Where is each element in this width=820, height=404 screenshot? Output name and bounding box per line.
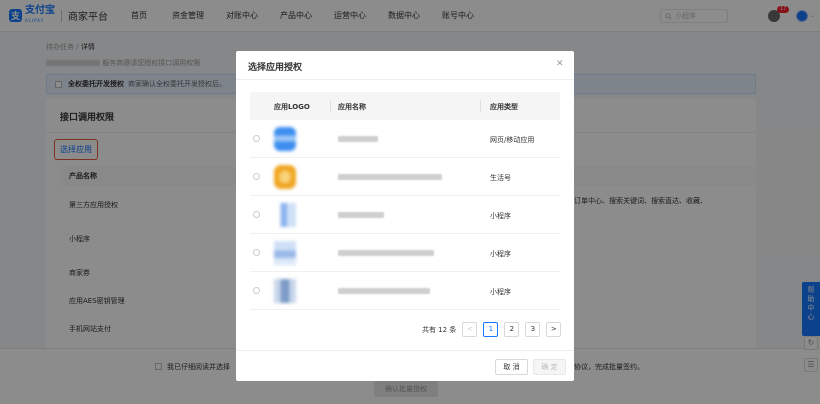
row-radio[interactable] — [253, 249, 260, 256]
pagination-next-button[interactable]: > — [546, 322, 562, 337]
app-name-redacted — [338, 212, 384, 218]
table-row[interactable]: 小程序 — [250, 234, 560, 272]
modal-footer-divider — [236, 350, 574, 351]
row-radio[interactable] — [253, 135, 260, 142]
table-header: 应用LOGO 应用名称 应用类型 — [250, 92, 560, 120]
app-name-redacted — [338, 250, 434, 256]
close-icon[interactable]: ✕ — [556, 59, 564, 69]
app-logo — [274, 279, 296, 303]
app-type: 网页/移动应用 — [490, 136, 535, 144]
table-row[interactable]: 小程序 — [250, 272, 560, 310]
pagination-total: 共有 12 条 — [422, 325, 457, 334]
select-app-modal: 选择应用授权 ✕ 应用LOGO 应用名称 应用类型 网页/移动应用 生活号 小程… — [236, 51, 574, 381]
modal-divider — [236, 79, 574, 80]
row-radio[interactable] — [253, 173, 260, 180]
pagination-prev-button[interactable]: < — [462, 322, 478, 337]
app-logo — [274, 165, 296, 189]
app-logo — [274, 241, 296, 265]
app-logo — [274, 127, 296, 151]
confirm-button[interactable]: 确 定 — [533, 359, 566, 375]
column-separator — [480, 100, 481, 112]
app-name-redacted — [338, 136, 378, 142]
pagination-page-2[interactable]: 2 — [504, 322, 520, 337]
app-type: 小程序 — [490, 288, 511, 296]
table-row[interactable]: 小程序 — [250, 196, 560, 234]
pagination-page-1[interactable]: 1 — [483, 322, 499, 337]
column-separator — [330, 100, 331, 112]
row-radio[interactable] — [253, 211, 260, 218]
pagination: 共有 12 条 < 1 2 3 > — [422, 322, 567, 337]
app-table: 应用LOGO 应用名称 应用类型 网页/移动应用 生活号 小程序 小程序 小程序 — [250, 92, 560, 310]
column-header-name: 应用名称 — [338, 103, 366, 111]
table-row[interactable]: 网页/移动应用 — [250, 120, 560, 158]
cancel-button[interactable]: 取 消 — [495, 359, 528, 375]
app-name-redacted — [338, 288, 430, 294]
app-type: 小程序 — [490, 212, 511, 220]
modal-title: 选择应用授权 — [248, 63, 303, 73]
app-name-redacted — [338, 174, 442, 180]
app-logo — [274, 203, 296, 227]
column-header-type: 应用类型 — [490, 103, 518, 111]
row-radio[interactable] — [253, 287, 260, 294]
table-row[interactable]: 生活号 — [250, 158, 560, 196]
pagination-page-3[interactable]: 3 — [525, 322, 541, 337]
column-header-logo: 应用LOGO — [274, 103, 310, 111]
app-type: 小程序 — [490, 250, 511, 258]
app-type: 生活号 — [490, 174, 511, 182]
